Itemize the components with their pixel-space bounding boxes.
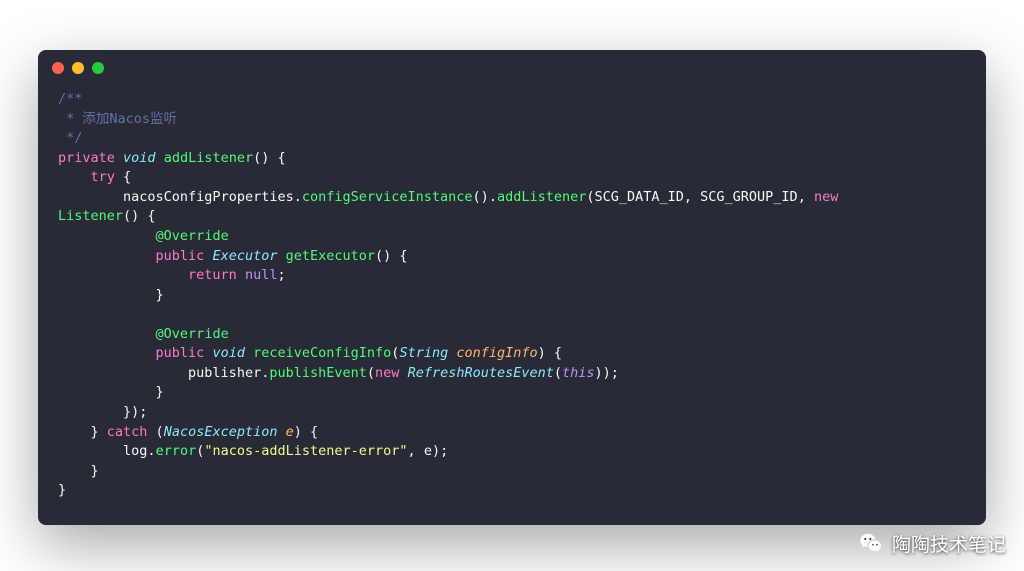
watermark-text: 陶陶技术笔记 — [892, 530, 1006, 557]
maximize-icon[interactable] — [92, 62, 104, 74]
code-param: configInfo — [456, 345, 537, 361]
code-window: /** * 添加Nacos监听 */ private void addListe… — [38, 50, 986, 525]
code-keyword: public — [156, 345, 205, 361]
window-titlebar — [38, 50, 986, 86]
code-ident: e — [424, 443, 432, 459]
code-this: this — [562, 365, 595, 381]
wechat-icon — [858, 531, 884, 557]
code-keyword: new — [814, 189, 838, 205]
code-func: addListener — [164, 150, 253, 166]
code-param: e — [286, 424, 294, 440]
code-ident: publisher — [188, 365, 261, 381]
code-func: addListener — [497, 189, 586, 205]
code-keyword: catch — [107, 424, 148, 440]
code-keyword: return — [188, 267, 237, 283]
close-icon[interactable] — [52, 62, 64, 74]
code-func: publishEvent — [269, 365, 367, 381]
code-ident: SCG_GROUP_ID — [700, 189, 798, 205]
code-annotation: @Override — [156, 326, 229, 342]
code-func: getExecutor — [286, 248, 375, 264]
code-func: receiveConfigInfo — [253, 345, 391, 361]
code-null: null — [245, 267, 278, 283]
code-func: configServiceInstance — [302, 189, 473, 205]
code-type: void — [123, 150, 156, 166]
minimize-icon[interactable] — [72, 62, 84, 74]
code-keyword: try — [91, 169, 115, 185]
code-func: Listener — [58, 208, 123, 224]
code-keyword: public — [156, 248, 205, 264]
code-block: /** * 添加Nacos监听 */ private void addListe… — [38, 86, 986, 521]
code-ident: nacosConfigProperties — [123, 189, 294, 205]
code-ident: log — [123, 443, 147, 459]
code-comment: /** — [58, 91, 82, 107]
code-type: NacosException — [164, 424, 278, 440]
code-type: void — [212, 345, 245, 361]
code-func: error — [156, 443, 197, 459]
code-keyword: private — [58, 150, 115, 166]
code-type: Executor — [212, 248, 277, 264]
code-type: RefreshRoutesEvent — [408, 365, 554, 381]
watermark: 陶陶技术笔记 — [858, 530, 1006, 557]
code-comment: */ — [58, 130, 82, 146]
code-comment: * 添加Nacos监听 — [58, 111, 177, 127]
code-type: String — [399, 345, 448, 361]
code-string: "nacos-addListener-error" — [204, 443, 407, 459]
code-ident: SCG_DATA_ID — [594, 189, 683, 205]
code-annotation: @Override — [156, 228, 229, 244]
code-keyword: new — [375, 365, 399, 381]
